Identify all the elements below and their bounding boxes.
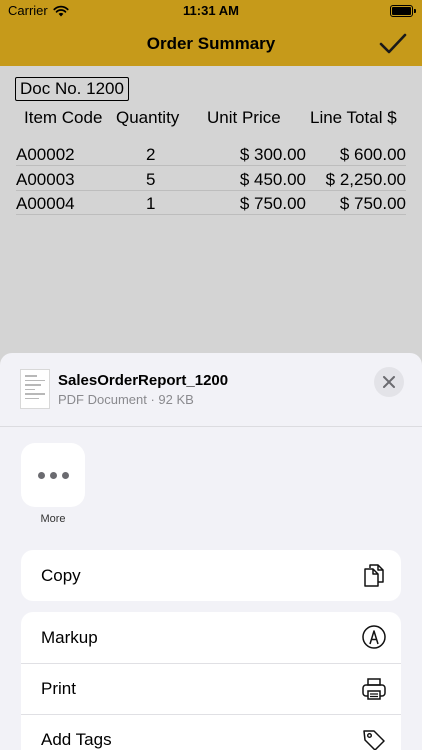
- action-label: Print: [41, 679, 76, 698]
- line-total: $ 2,250.00: [325, 170, 406, 189]
- unit-price: $ 450.00: [239, 170, 306, 189]
- print-action[interactable]: Print: [21, 663, 401, 714]
- copy-icon: [364, 564, 384, 587]
- action-label: Add Tags: [41, 730, 112, 749]
- nav-bar: Order Summary: [0, 22, 422, 66]
- column-header-line-total: Line Total $: [310, 108, 397, 127]
- table-row: A00003 5 $ 450.00 $ 2,250.00: [16, 167, 406, 191]
- close-icon: [383, 376, 395, 388]
- share-sheet-header: SalesOrderReport_1200 PDF Document · 92 …: [0, 353, 422, 427]
- share-sheet: SalesOrderReport_1200 PDF Document · 92 …: [0, 353, 422, 750]
- action-group-copy: Copy: [21, 550, 401, 601]
- markup-action[interactable]: Markup: [21, 612, 401, 663]
- file-name: SalesOrderReport_1200: [58, 372, 229, 389]
- unit-price: $ 300.00: [239, 145, 306, 164]
- file-meta: PDF Document · 92 KB: [58, 392, 194, 407]
- column-header-quantity: Quantity: [116, 108, 180, 127]
- action-label: Markup: [41, 627, 98, 647]
- line-total: $ 750.00: [339, 194, 406, 213]
- quantity: 5: [146, 170, 156, 189]
- document-preview: Doc No. 1200 Item Code Quantity Unit Pri…: [0, 66, 422, 356]
- action-label: Copy: [41, 565, 81, 585]
- copy-action[interactable]: Copy: [21, 550, 401, 601]
- checkmark-icon[interactable]: [378, 30, 408, 58]
- doc-number: Doc No. 1200: [15, 77, 129, 101]
- item-code: A00003: [16, 170, 75, 189]
- add-tags-action[interactable]: Add Tags: [21, 714, 401, 750]
- column-header-unit-price: Unit Price: [207, 108, 281, 127]
- column-header-item-code: Item Code: [24, 108, 103, 127]
- quantity: 1: [146, 194, 156, 213]
- status-time: 11:31 AM: [183, 3, 239, 18]
- close-button[interactable]: [374, 367, 404, 397]
- more-icon: [37, 471, 69, 479]
- table-row: A00002 2 $ 300.00 $ 600.00: [16, 142, 406, 166]
- pdf-thumbnail-icon: [20, 369, 50, 409]
- line-total: $ 600.00: [339, 145, 406, 164]
- unit-price: $ 750.00: [239, 194, 306, 213]
- action-group-main: Markup Print Add Tags: [21, 612, 401, 750]
- tag-icon: [363, 730, 385, 750]
- item-code: A00004: [16, 194, 75, 213]
- print-icon: [362, 678, 386, 700]
- item-code: A00002: [16, 145, 75, 164]
- quantity: 2: [146, 145, 156, 164]
- more-button[interactable]: [21, 443, 85, 507]
- nav-title: Order Summary: [146, 34, 276, 53]
- status-bar: Carrier 11:31 AM: [0, 0, 422, 22]
- markup-icon: [362, 625, 386, 649]
- table-row: A00004 1 $ 750.00 $ 750.00: [16, 191, 406, 215]
- battery-icon: [390, 5, 416, 17]
- more-label: More: [40, 513, 66, 525]
